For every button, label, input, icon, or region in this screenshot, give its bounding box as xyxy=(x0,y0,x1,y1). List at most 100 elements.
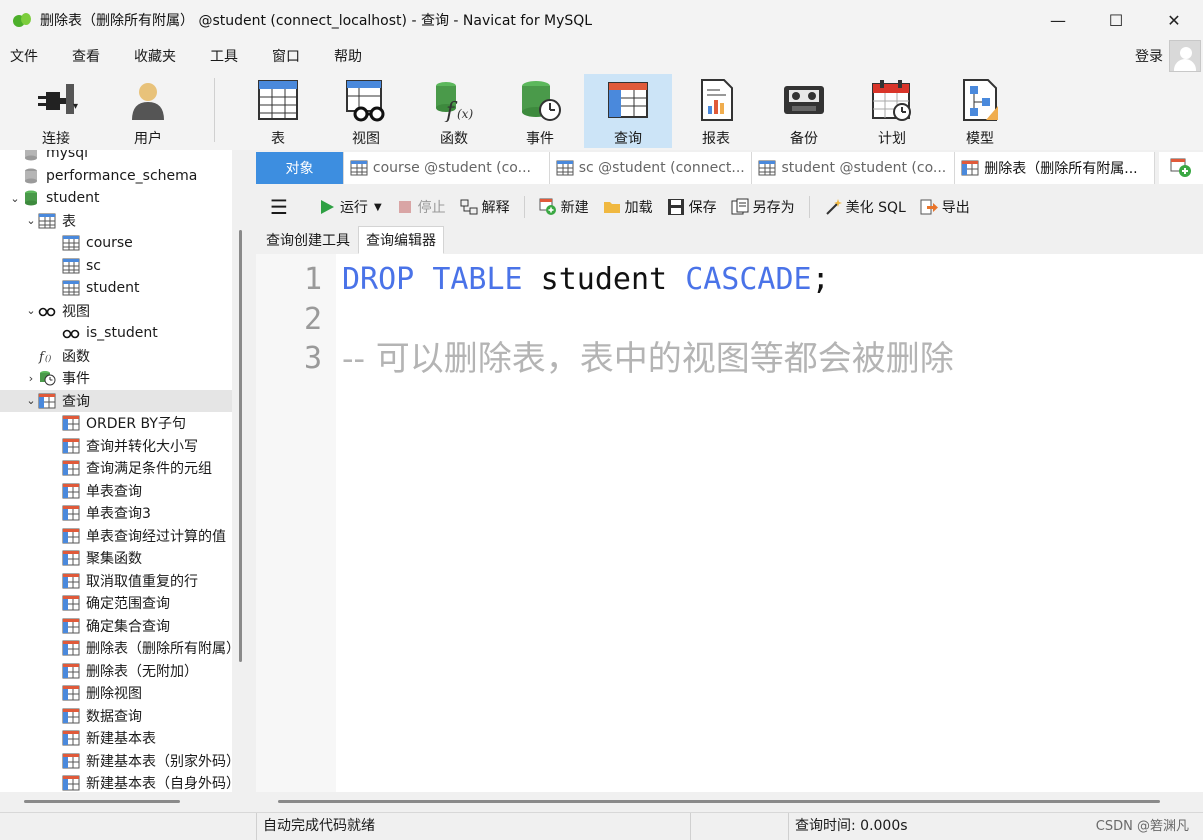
tree-item[interactable]: f() 函数 xyxy=(0,345,232,367)
tree-item[interactable]: 新建基本表（别家外码） xyxy=(0,750,232,772)
tree-vertical-scrollbar[interactable] xyxy=(239,230,242,662)
tree-item[interactable]: student xyxy=(0,277,232,299)
login-link[interactable]: 登录 xyxy=(1135,46,1163,66)
stop-button[interactable]: 停止 xyxy=(396,197,446,217)
sql-editor[interactable]: 1 DROP TABLE student CASCADE; 2 3 -- 可以删除表，表… xyxy=(256,254,1203,792)
tree-item[interactable]: 查询满足条件的元组 xyxy=(0,457,232,479)
menu-favorites[interactable]: 收藏夹 xyxy=(124,46,186,66)
menu-file[interactable]: 文件 xyxy=(0,46,48,66)
tab-label: 删除表（删除所有附属... xyxy=(984,161,1138,177)
query-icon xyxy=(62,595,86,611)
tool-event[interactable]: 事件 xyxy=(496,74,584,148)
tree-item[interactable]: ⌄ 表 xyxy=(0,210,232,232)
tree-item-label: performance_schema xyxy=(46,167,198,184)
menu-view[interactable]: 查看 xyxy=(62,46,110,66)
new-tab-button[interactable] xyxy=(1159,152,1203,184)
tree-horizontal-scrollbar[interactable] xyxy=(24,800,180,803)
tree-item[interactable]: 单表查询3 xyxy=(0,502,232,524)
tool-report[interactable]: 报表 xyxy=(672,74,760,148)
tree-item[interactable]: 取消取值重复的行 xyxy=(0,570,232,592)
tree-item[interactable]: › 事件 xyxy=(0,367,232,389)
tool-table[interactable]: 表 xyxy=(234,74,322,148)
tree-item[interactable]: course xyxy=(0,232,232,254)
tab-objects[interactable]: 对象 xyxy=(256,152,344,184)
tree-item-label: 表 xyxy=(62,213,76,230)
tab-sc[interactable]: sc @student (connect... xyxy=(549,152,753,184)
object-tree: mysql performance_schema ⌄ student ⌄ 表 course s… xyxy=(0,150,232,792)
chevron-down-icon[interactable]: ⌄ xyxy=(24,394,38,407)
load-button[interactable]: 加载 xyxy=(603,197,653,217)
run-dropdown-icon[interactable]: ▼ xyxy=(374,202,382,213)
chevron-down-icon[interactable]: ⌄ xyxy=(24,304,38,317)
close-button[interactable]: ✕ xyxy=(1145,0,1203,40)
tab-query-builder[interactable]: 查询创建工具 xyxy=(258,226,358,254)
tool-function[interactable]: f (x) 函数 xyxy=(410,74,498,148)
save-button[interactable]: 保存 xyxy=(667,197,717,217)
table-icon xyxy=(62,280,86,296)
chevron-down-icon[interactable]: ⌄ xyxy=(24,214,38,227)
view-icon xyxy=(62,325,86,341)
explain-button[interactable]: 解释 xyxy=(460,197,510,217)
tree-item[interactable]: 查询并转化大小写 xyxy=(0,435,232,457)
tree-item[interactable]: 删除视图 xyxy=(0,682,232,704)
watermark: CSDN @箬渊凡 xyxy=(1095,819,1189,834)
tree-item[interactable]: 确定范围查询 xyxy=(0,592,232,614)
sql-keyword: TABLE xyxy=(432,262,523,297)
new-query-button[interactable]: 新建 xyxy=(539,197,589,217)
code-line[interactable]: -- 可以删除表，表中的视图等都会被删除 xyxy=(342,339,954,379)
tab-query-editor[interactable]: 查询编辑器 xyxy=(358,226,444,254)
maximize-button[interactable]: ☐ xyxy=(1087,0,1145,40)
tree-item[interactable]: performance_schema xyxy=(0,165,232,187)
tree-item[interactable]: 数据查询 xyxy=(0,705,232,727)
tree-item[interactable]: 确定集合查询 xyxy=(0,615,232,637)
avatar[interactable] xyxy=(1169,40,1201,72)
save-as-button[interactable]: 另存为 xyxy=(731,197,795,217)
beautify-sql-button[interactable]: 美化 SQL xyxy=(824,197,906,217)
tree-item[interactable]: 新建基本表 xyxy=(0,727,232,749)
tree-item[interactable]: ⌄ 视图 xyxy=(0,300,232,322)
tool-schedule[interactable]: 计划 xyxy=(848,74,936,148)
minimize-button[interactable]: — xyxy=(1029,0,1087,40)
editor-menu-button[interactable]: ☰ xyxy=(270,195,288,219)
query-icon xyxy=(62,730,86,746)
tree-item[interactable]: 单表查询经过计算的值 xyxy=(0,525,232,547)
tree-item[interactable]: ORDER BY子句 xyxy=(0,412,232,434)
function-icon: f (x) xyxy=(436,82,473,122)
tree-item[interactable]: is_student xyxy=(0,322,232,344)
line-number: 1 xyxy=(303,262,322,297)
tree-item[interactable]: 聚集函数 xyxy=(0,547,232,569)
menu-window[interactable]: 窗口 xyxy=(262,46,310,66)
tool-model[interactable]: 模型 xyxy=(936,74,1024,148)
tool-user[interactable]: 用户 xyxy=(104,74,192,148)
table-icon xyxy=(556,160,574,176)
tree-item[interactable]: ⌄ 查询 xyxy=(0,389,232,412)
code-line[interactable]: DROP TABLE student CASCADE; xyxy=(342,260,830,300)
tree-item[interactable]: ⌄ student xyxy=(0,187,232,209)
editor-horizontal-scrollbar[interactable] xyxy=(278,800,1160,803)
tree-item[interactable]: 单表查询 xyxy=(0,480,232,502)
tool-query[interactable]: 查询 xyxy=(584,74,672,148)
tree-item[interactable]: 新建基本表（自身外码） xyxy=(0,772,232,792)
tool-connect[interactable]: ▾ 连接 xyxy=(8,74,104,148)
export-button[interactable]: 导出 xyxy=(920,197,970,217)
chevron-right-icon[interactable]: › xyxy=(24,372,38,385)
tree-item-label: 函数 xyxy=(62,348,90,365)
tree-item[interactable]: 删除表（无附加） xyxy=(0,660,232,682)
menu-tools[interactable]: 工具 xyxy=(200,46,248,66)
tree-item[interactable]: mysql xyxy=(0,150,232,164)
tool-view[interactable]: 视图 xyxy=(322,74,410,148)
sql-text: ; xyxy=(811,262,830,297)
query-icon xyxy=(62,438,86,454)
run-button[interactable]: 运行 ▼ xyxy=(318,197,382,217)
tree-item[interactable]: sc xyxy=(0,255,232,277)
add-tab-icon xyxy=(1170,158,1192,177)
menu-help[interactable]: 帮助 xyxy=(324,46,372,66)
tab-course[interactable]: course @student (co... xyxy=(343,152,550,184)
tree-item[interactable]: 删除表（删除所有附属） xyxy=(0,637,232,659)
tab-student[interactable]: student @student (co... xyxy=(752,152,956,184)
document-tabs: 对象 course @student (co... sc @student (c… xyxy=(256,152,1203,186)
tool-backup[interactable]: 备份 xyxy=(760,74,848,148)
chevron-down-icon[interactable]: ⌄ xyxy=(8,192,22,205)
tab-drop-table-query[interactable]: 删除表（删除所有附属... xyxy=(955,152,1156,184)
